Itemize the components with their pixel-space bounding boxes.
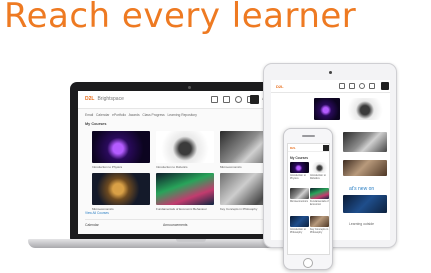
course-image <box>156 131 214 163</box>
course-card[interactable]: Introduction to Physics <box>92 131 150 169</box>
grid-icon[interactable] <box>211 96 218 103</box>
course-image <box>290 162 309 173</box>
course-name: Key Concepts in Philosophy <box>310 228 329 234</box>
course-card[interactable]: Introduction to Philosophy <box>290 216 309 234</box>
nav-item-email[interactable]: Email <box>85 113 93 117</box>
nav-item-awards[interactable]: Awards <box>129 113 140 117</box>
course-image <box>92 173 150 205</box>
mail-icon[interactable] <box>223 96 230 103</box>
course-nav: Email Calendar ePortfolio Awards Class P… <box>85 113 197 117</box>
top-bar-icons <box>211 96 254 103</box>
avatar[interactable] <box>323 145 329 151</box>
course-image <box>310 216 329 227</box>
tablet-bar-icons <box>339 83 375 89</box>
course-name: Introduction to Physics <box>290 174 306 180</box>
laptop-camera <box>188 86 191 89</box>
nav-item-calendar[interactable]: Calendar <box>96 113 109 117</box>
headline: Reach every learner <box>4 0 357 36</box>
course-card[interactable]: Key Concepts in Philosophy <box>310 216 329 234</box>
chat-icon[interactable] <box>359 83 365 89</box>
nav-item-eportfolio[interactable]: ePortfolio <box>112 113 126 117</box>
brand-logo[interactable]: D2L Brightspace <box>85 96 124 102</box>
home-button[interactable] <box>303 258 313 268</box>
course-image <box>290 188 309 199</box>
tablet-top-bar: D2L <box>271 80 390 93</box>
course-name: Introduction to Physics <box>92 165 123 169</box>
course-image <box>92 131 150 163</box>
course-name: Introduction to Robotics <box>156 165 188 169</box>
tablet-brand-logo[interactable]: D2L <box>276 84 284 89</box>
course-card[interactable]: Fundamentals of Economic Behaviour <box>156 173 214 211</box>
course-card[interactable]: Introduction to Robotics <box>156 131 214 169</box>
course-card[interactable]: Microeconomics <box>92 173 150 211</box>
calendar-widget-title: Calendar <box>85 223 99 227</box>
phone-screen: D2L My Courses Introduction to Physics I… <box>287 143 330 255</box>
course-name: Introduction to Robotics <box>310 174 326 180</box>
course-name: Fundamentals of Economic <box>310 200 329 206</box>
my-courses-title: My Courses <box>85 122 107 126</box>
news-image <box>343 195 387 213</box>
grid-icon[interactable] <box>339 83 345 89</box>
laptop-notch <box>176 239 206 242</box>
nav-item-class-progress[interactable]: Class Progress <box>142 113 164 117</box>
phone-brand-logo[interactable]: D2L <box>290 146 296 150</box>
bell-icon[interactable] <box>369 83 375 89</box>
course-image[interactable] <box>343 98 387 120</box>
course-image <box>156 173 214 205</box>
avatar[interactable] <box>381 82 389 90</box>
announcements-widget-title: Announcements <box>163 223 188 227</box>
course-card[interactable]: Introduction to Robotics <box>310 162 329 180</box>
course-image <box>310 162 329 173</box>
nav-item-learning-repository[interactable]: Learning Repository <box>167 113 197 117</box>
course-name: Introduction to Philosophy <box>290 228 306 234</box>
phone-device: D2L My Courses Introduction to Physics I… <box>283 128 333 270</box>
course-card[interactable]: Microeconomics <box>290 188 309 203</box>
avatar[interactable] <box>250 95 259 104</box>
phone-speaker <box>302 135 315 137</box>
chat-icon[interactable] <box>235 96 242 103</box>
course-name: Microeconomics <box>290 200 309 203</box>
course-name: Fundamentals of Economic Behaviour <box>156 207 207 211</box>
course-card[interactable]: Fundamentals of Economic <box>310 188 329 206</box>
whats-new-heading[interactable]: at's new on <box>349 186 374 192</box>
course-image <box>290 216 309 227</box>
course-image[interactable] <box>343 160 387 176</box>
course-image[interactable] <box>343 132 387 152</box>
phone-top-bar: D2L <box>288 144 329 152</box>
course-image[interactable] <box>314 98 340 120</box>
tablet-camera <box>329 71 332 74</box>
news-caption: Learning outside <box>349 222 375 226</box>
view-all-courses-link[interactable]: View All Courses <box>85 211 109 215</box>
mail-icon[interactable] <box>349 83 355 89</box>
phone-my-courses-title: My Courses <box>290 156 309 160</box>
course-card[interactable]: Introduction to Physics <box>290 162 309 180</box>
course-image <box>310 188 329 199</box>
